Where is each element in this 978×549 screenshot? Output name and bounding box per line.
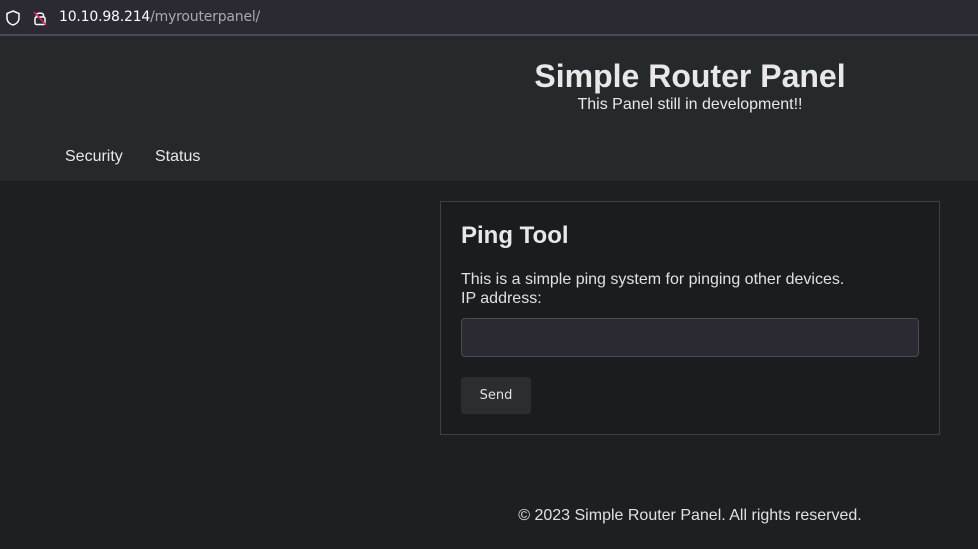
shield-icon[interactable] — [6, 10, 20, 26]
ip-address-input[interactable] — [461, 318, 919, 357]
ping-tool-title: Ping Tool — [461, 222, 569, 249]
nav-item-security[interactable]: Security — [65, 148, 123, 166]
ip-address-label: IP address: — [461, 290, 542, 307]
ping-tool-card: Ping Tool This is a simple ping system f… — [440, 201, 940, 435]
nav-item-status[interactable]: Status — [155, 148, 200, 166]
browser-address-bar[interactable]: 10.10.98.214/myrouterpanel/ — [0, 0, 978, 36]
url-path: /myrouterpanel/ — [150, 9, 261, 25]
page-title: Simple Router Panel — [534, 58, 846, 94]
page-subtitle: This Panel still in development!! — [577, 96, 803, 113]
send-button[interactable]: Send — [461, 377, 531, 414]
insecure-lock-icon[interactable] — [33, 10, 47, 26]
page-header: Simple Router Panel This Panel still in … — [0, 36, 978, 181]
url-host: 10.10.98.214 — [59, 9, 151, 25]
url-text[interactable]: 10.10.98.214/myrouterpanel/ — [59, 9, 260, 25]
ping-tool-description: This is a simple ping system for pinging… — [461, 271, 845, 288]
footer-copyright: © 2023 Simple Router Panel. All rights r… — [518, 507, 862, 524]
